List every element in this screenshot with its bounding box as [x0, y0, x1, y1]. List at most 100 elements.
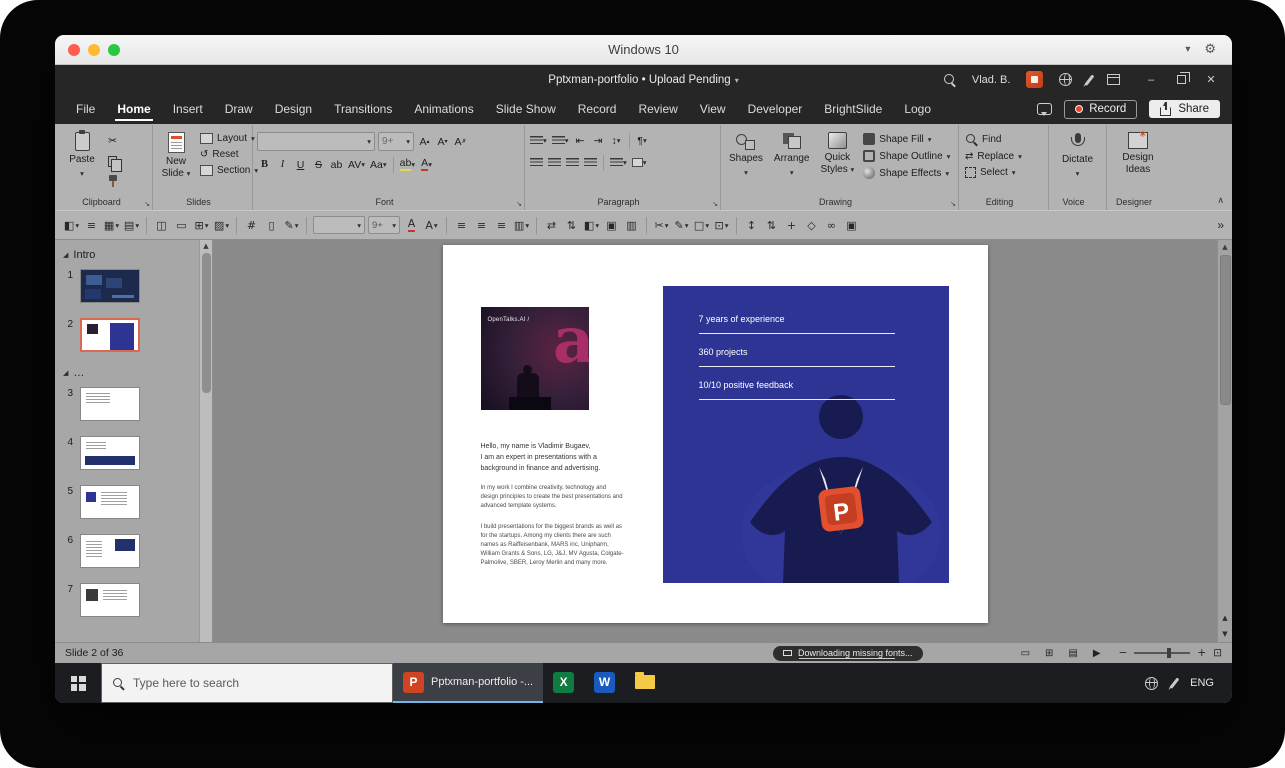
section-collapse-icon[interactable]: ◢: [63, 369, 68, 377]
toolbar-overflow-button[interactable]: »: [1217, 218, 1224, 232]
normal-view-button[interactable]: ▭: [1021, 648, 1030, 659]
select-objects-button[interactable]: □▾: [693, 215, 710, 235]
settings-gear-icon[interactable]: ⚙: [1204, 42, 1216, 57]
language-indicator[interactable]: ENG: [1190, 677, 1214, 689]
taskbar-powerpoint-app[interactable]: P Pptxman-portfolio -...: [393, 663, 543, 703]
shape-fill-button[interactable]: Shape Fill▾: [861, 132, 952, 146]
section-header[interactable]: ◢…: [63, 367, 196, 379]
font-color-button[interactable]: A▾: [419, 156, 434, 173]
tab-brightslide[interactable]: BrightSlide: [813, 94, 893, 124]
decrease-font-button[interactable]: A▾: [435, 133, 450, 150]
tab-draw[interactable]: Draw: [214, 94, 264, 124]
highlight-color-button[interactable]: ab▾: [399, 156, 416, 173]
character-spacing-button[interactable]: AV▾: [347, 156, 366, 173]
text-columns-button[interactable]: ▥▾: [513, 215, 530, 235]
align-center-button[interactable]: [547, 154, 562, 171]
taskbar-explorer-app[interactable]: [625, 663, 665, 703]
slide-thumbnail-2[interactable]: 2: [63, 318, 196, 352]
collapse-ribbon-button[interactable]: ∧: [1217, 196, 1224, 206]
zoom-out-button[interactable]: −: [1119, 647, 1128, 659]
smartart-convert-button[interactable]: ▾: [631, 154, 648, 171]
scrollbar-thumb[interactable]: [202, 253, 211, 393]
diamond-shape-button[interactable]: ◇: [803, 215, 820, 235]
resize-height-button[interactable]: ↕: [743, 215, 760, 235]
pane-layout-button[interactable]: ◫: [153, 215, 170, 235]
tab-insert[interactable]: Insert: [162, 94, 214, 124]
taskbar-word-app[interactable]: W: [584, 663, 625, 703]
ribbon-display-options-icon[interactable]: [1107, 74, 1120, 85]
text-case-swap-button[interactable]: A▾: [423, 215, 440, 235]
tab-file[interactable]: File: [65, 94, 106, 124]
paste-button[interactable]: Paste ▾: [63, 128, 101, 179]
italic-button[interactable]: I: [275, 156, 290, 173]
fill-color-button[interactable]: ◧▾: [583, 215, 600, 235]
increase-font-button[interactable]: A▴: [417, 133, 432, 150]
link-objects-button[interactable]: ∞: [823, 215, 840, 235]
clear-formatting-button[interactable]: A✗: [453, 133, 468, 150]
restore-button[interactable]: [1166, 65, 1196, 94]
network-icon[interactable]: [1145, 677, 1158, 690]
font-name-combo[interactable]: ▾: [257, 132, 375, 151]
close-traffic-light[interactable]: [68, 44, 80, 56]
slide-thumbnail-1[interactable]: 1: [63, 269, 196, 303]
slide-thumbnail-6[interactable]: 6: [63, 534, 196, 568]
format-painter-button[interactable]: [104, 173, 121, 189]
comments-icon[interactable]: [1037, 103, 1052, 115]
tab-developer[interactable]: Developer: [737, 94, 814, 124]
tab-view[interactable]: View: [689, 94, 737, 124]
scroll-up-icon[interactable]: ▲: [203, 242, 208, 250]
align-text-right-button[interactable]: ≡: [493, 215, 510, 235]
tab-home[interactable]: Home: [106, 94, 161, 124]
slide-miniature[interactable]: [80, 318, 140, 352]
pen-icon[interactable]: [1085, 74, 1094, 85]
intro-paragraph-1[interactable]: In my work I combine creativity, technol…: [481, 484, 663, 511]
intro-heading[interactable]: Hello, my name is Vladimir Bugaev, I am …: [481, 441, 661, 475]
search-input[interactable]: [133, 676, 381, 690]
tab-design[interactable]: Design: [264, 94, 323, 124]
find-button[interactable]: Find: [963, 132, 1024, 147]
placeholder-box-button[interactable]: ▭: [173, 215, 190, 235]
previous-slide-button[interactable]: ▲: [1222, 614, 1227, 622]
taskbar-search[interactable]: [101, 663, 393, 703]
align-text-left-button[interactable]: ≡: [453, 215, 470, 235]
format-brush-button[interactable]: ✎▾: [283, 215, 300, 235]
section-collapse-icon[interactable]: ◢: [63, 251, 68, 259]
replace-button[interactable]: ⇄Replace▾: [963, 150, 1024, 163]
font-size-combo[interactable]: 9+▾: [378, 132, 414, 151]
slide-miniature[interactable]: [80, 583, 140, 617]
align-left-button[interactable]: [529, 154, 544, 171]
duplicate-object-button[interactable]: ▣: [843, 215, 860, 235]
font-download-pill[interactable]: Downloading missing fonts...: [773, 646, 923, 661]
notes-doc-button[interactable]: ▯: [263, 215, 280, 235]
minimize-traffic-light[interactable]: [88, 44, 100, 56]
slide-miniature[interactable]: [80, 387, 140, 421]
slide-sorter-view-button[interactable]: ⊞: [1045, 648, 1053, 659]
close-button[interactable]: ✕: [1196, 65, 1226, 94]
taskbar-excel-app[interactable]: X: [543, 663, 584, 703]
crop-tool-button[interactable]: ✂▾: [653, 215, 670, 235]
shape-effects-button[interactable]: Shape Effects▾: [861, 166, 952, 180]
change-case-button[interactable]: Aa▾: [369, 156, 388, 173]
globe-icon[interactable]: [1059, 73, 1072, 86]
tab-review[interactable]: Review: [627, 94, 688, 124]
tab-transitions[interactable]: Transitions: [323, 94, 403, 124]
add-object-button[interactable]: +: [783, 215, 800, 235]
qat-font-name-combo[interactable]: ▾: [313, 216, 365, 234]
section-header[interactable]: ◢Intro: [63, 249, 196, 261]
slide-thumbnail-7[interactable]: 7: [63, 583, 196, 617]
underline-button[interactable]: U: [293, 156, 308, 173]
slide-miniature[interactable]: [80, 269, 140, 303]
fit-to-window-button[interactable]: ⊡: [1213, 647, 1222, 659]
line-spacing-button[interactable]: ↕▾: [609, 132, 624, 149]
user-name[interactable]: Vlad. B.: [972, 74, 1011, 86]
layout-button[interactable]: Layout▾: [198, 132, 260, 145]
stats-panel[interactable]: P 7 years of experience360 projects10/10…: [663, 286, 949, 583]
slide-thumbnail-3[interactable]: 3: [63, 387, 196, 421]
next-slide-button[interactable]: ▼: [1222, 630, 1227, 638]
thumbnail-scrollbar[interactable]: ▲: [199, 240, 212, 642]
list-menu-button[interactable]: ≡: [83, 215, 100, 235]
intro-paragraph-2[interactable]: I build presentations for the biggest br…: [481, 523, 663, 568]
drawing-dialog-launcher[interactable]: ↘: [950, 201, 956, 208]
search-icon[interactable]: [944, 74, 956, 86]
zoom-slider[interactable]: [1134, 652, 1190, 654]
